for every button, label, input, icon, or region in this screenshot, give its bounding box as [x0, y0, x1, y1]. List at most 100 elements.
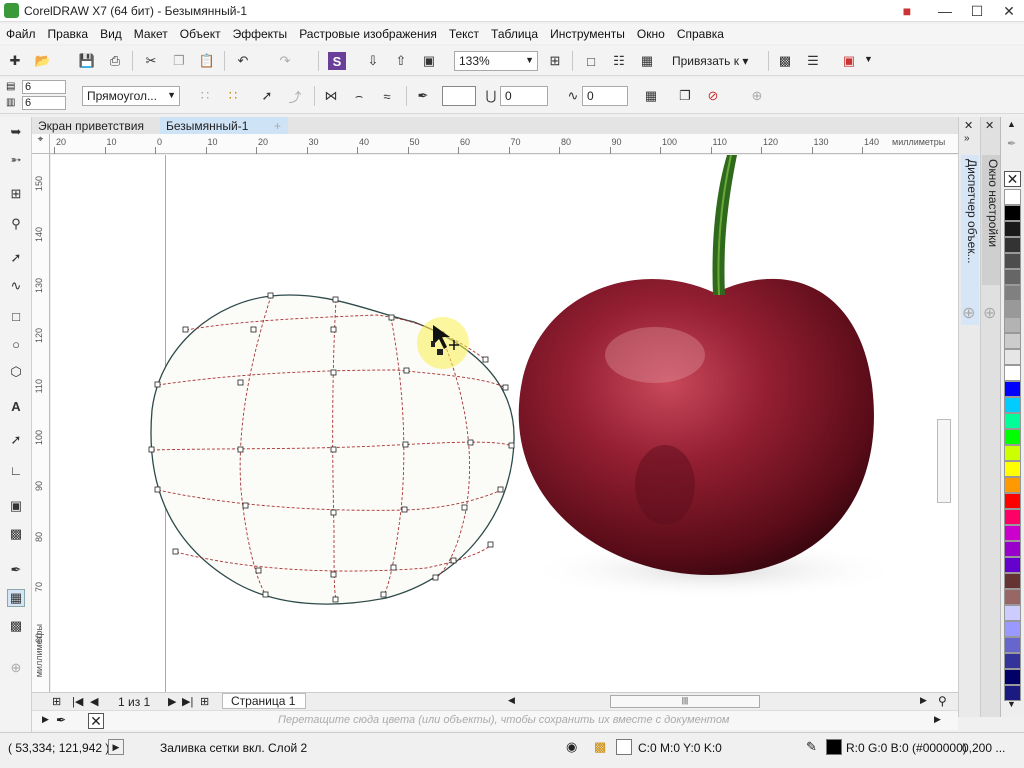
menu-item-11[interactable]: Справка: [671, 24, 730, 41]
drop-shadow-icon[interactable]: ▣: [7, 497, 25, 515]
docker2-add-icon[interactable]: ⊕: [983, 303, 996, 323]
to-curve-icon[interactable]: ⤴: [286, 87, 304, 105]
ellipse-tool-icon[interactable]: ○: [7, 335, 25, 353]
tab-welcome-screen[interactable]: Экран приветствия: [32, 117, 160, 134]
scroll-left-icon[interactable]: ◀: [508, 695, 515, 706]
transparency-tool-icon[interactable]: ▩: [7, 525, 25, 543]
previous-page-icon[interactable]: ◀: [90, 695, 98, 708]
menu-item-8[interactable]: Таблица: [485, 24, 544, 41]
add-tool-icon[interactable]: ⊕: [7, 659, 25, 677]
add-page-before-icon[interactable]: ⊞: [52, 695, 61, 708]
next-page-icon[interactable]: ▶: [168, 695, 176, 708]
color-swatch[interactable]: [1004, 525, 1021, 541]
first-page-icon[interactable]: |◀: [72, 695, 83, 708]
mesh-color-swatch[interactable]: [442, 86, 476, 106]
maximize-button[interactable]: ☐: [962, 0, 992, 22]
color-swatch[interactable]: [1004, 349, 1021, 365]
application-launcher-icon[interactable]: ▣: [840, 52, 858, 70]
launcher-chevron-icon[interactable]: ▼: [864, 54, 873, 64]
zoom-fit-icon[interactable]: ⊞: [546, 52, 564, 70]
color-swatch[interactable]: [1004, 317, 1021, 333]
connector-tool-icon[interactable]: ∟: [7, 461, 25, 479]
paste-icon[interactable]: 📋: [198, 52, 216, 70]
tab-object-manager[interactable]: Диспетчер объек...: [961, 155, 979, 325]
color-swatch[interactable]: [1004, 573, 1021, 589]
color-swatch[interactable]: [1004, 477, 1021, 493]
menu-item-9[interactable]: Инструменты: [544, 24, 631, 41]
ruler-origin[interactable]: ⌖: [32, 134, 50, 154]
convert-to-curves-icon[interactable]: ❐: [676, 87, 694, 105]
welcome-screen-icon[interactable]: ▩: [776, 52, 794, 70]
color-swatch[interactable]: [1004, 381, 1021, 397]
zoom-level-select[interactable]: 133% ▼: [454, 51, 538, 71]
document-no-color-swatch[interactable]: ✕: [88, 713, 104, 729]
document-palette-menu-right-icon[interactable]: ▶: [934, 714, 941, 725]
menu-item-7[interactable]: Текст: [443, 24, 485, 41]
snap-to-dropdown[interactable]: Привязать к ▾: [672, 54, 748, 68]
undo-icon[interactable]: ↶: [234, 52, 252, 70]
zoom-tool-icon[interactable]: ⚲: [7, 215, 25, 233]
drawing-canvas[interactable]: [51, 155, 958, 692]
docker-expand-icon[interactable]: »: [964, 133, 970, 144]
options-icon[interactable]: ☰: [804, 52, 822, 70]
add-toolbar-icon[interactable]: ⊕: [748, 87, 766, 105]
color-swatch[interactable]: [1004, 605, 1021, 621]
shape-tool-icon[interactable]: ➵: [7, 151, 25, 169]
color-swatch[interactable]: [1004, 397, 1021, 413]
copy-icon[interactable]: ❐: [170, 52, 188, 70]
publish-pdf-icon[interactable]: ▣: [420, 52, 438, 70]
zoom-navigator-icon[interactable]: ⚲: [938, 694, 947, 708]
color-swatch[interactable]: [1004, 429, 1021, 445]
last-page-icon[interactable]: ▶|: [182, 695, 193, 708]
user-icon[interactable]: ■: [892, 0, 922, 22]
new-tab-icon[interactable]: +: [268, 117, 286, 134]
pick-tool-icon[interactable]: ➥: [7, 123, 25, 141]
docker-close-icon[interactable]: ✕: [964, 119, 973, 132]
minimize-button[interactable]: —: [930, 0, 960, 22]
redo-icon[interactable]: ↷: [276, 52, 294, 70]
menu-item-3[interactable]: Макет: [128, 24, 174, 41]
color-swatch[interactable]: [1004, 301, 1021, 317]
horizontal-scroll-thumb[interactable]: |||: [610, 695, 760, 708]
color-swatch[interactable]: [1004, 333, 1021, 349]
color-swatch[interactable]: [1004, 669, 1021, 685]
elliptical-selection-icon[interactable]: ▦: [642, 87, 660, 105]
horizontal-ruler[interactable]: 20 10 0 10 20 30 40 50 60 70 80 90 100 110 120 130 140 ми…: [50, 134, 958, 154]
artistic-media-icon[interactable]: ∿: [7, 277, 25, 295]
symmetrical-node-icon[interactable]: ≈: [378, 87, 396, 105]
color-swatch[interactable]: [1004, 221, 1021, 237]
freehand-tool-icon[interactable]: ➚: [7, 249, 25, 267]
smart-fill-icon[interactable]: ▩: [7, 617, 25, 635]
color-swatch[interactable]: [1004, 509, 1021, 525]
cusp-node-icon[interactable]: ⋈: [322, 87, 340, 105]
docker-scroll-thumb[interactable]: [937, 419, 951, 503]
grid-cols-field[interactable]: 6: [22, 96, 66, 110]
crop-tool-icon[interactable]: ⊞: [7, 185, 25, 203]
color-swatch[interactable]: [1004, 237, 1021, 253]
color-swatch[interactable]: [1004, 413, 1021, 429]
color-swatch[interactable]: [1004, 253, 1021, 269]
palette-down-icon[interactable]: ▼: [1007, 699, 1016, 709]
import-icon[interactable]: ⇩: [364, 52, 382, 70]
color-swatch[interactable]: [1004, 621, 1021, 637]
full-screen-icon[interactable]: □: [582, 52, 600, 70]
menu-item-0[interactable]: Файл: [0, 24, 42, 41]
color-swatch[interactable]: [1004, 653, 1021, 669]
outline-color-swatch[interactable]: [826, 739, 842, 755]
color-swatch[interactable]: [1004, 285, 1021, 301]
tab-options-window[interactable]: Окно настройки: [982, 155, 1000, 285]
docker2-close-icon[interactable]: ✕: [985, 119, 994, 132]
mesh-fill-tool-icon[interactable]: ▦: [7, 589, 25, 607]
palette-up-icon[interactable]: ▲: [1007, 119, 1016, 129]
tab-page-1[interactable]: Страница 1: [222, 693, 306, 709]
palette-eyedropper-icon[interactable]: ✒: [1007, 137, 1016, 150]
scroll-right-icon[interactable]: ▶: [920, 695, 927, 706]
color-swatch[interactable]: [1004, 269, 1021, 285]
transparency-field[interactable]: 0: [500, 86, 548, 106]
close-button[interactable]: ✕: [994, 0, 1024, 22]
fill-color-swatch[interactable]: [616, 739, 632, 755]
color-eyedropper-icon[interactable]: ✒: [7, 561, 25, 579]
export-icon[interactable]: ⇧: [392, 52, 410, 70]
open-icon[interactable]: 📂: [34, 52, 52, 70]
color-swatch[interactable]: [1004, 589, 1021, 605]
